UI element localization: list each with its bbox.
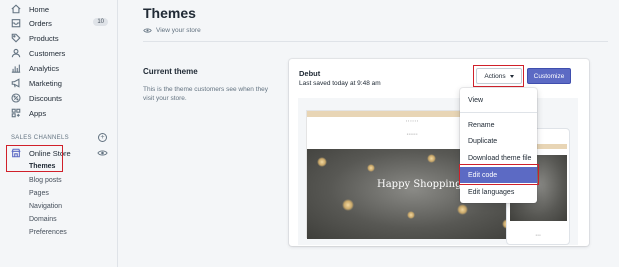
current-theme-heading: Current theme — [143, 67, 198, 76]
theme-saved-time: Last saved today at 9:48 am — [299, 80, 381, 87]
sidebar-item-label: Apps — [29, 108, 47, 118]
menu-item-edit-languages[interactable]: Edit languages — [460, 184, 537, 200]
subnav-navigation[interactable]: Navigation — [29, 203, 62, 210]
sidebar-item-label: Home — [29, 4, 50, 14]
subnav-blog-posts[interactable]: Blog posts — [29, 177, 62, 184]
home-icon — [10, 4, 21, 15]
sidebar-item-orders[interactable]: Orders 10 — [10, 16, 110, 30]
sidebar-item-discounts[interactable]: Discounts — [10, 91, 110, 105]
preview-mobile-collection: ▪ ▪ ▪ — [535, 233, 541, 237]
discount-icon — [10, 93, 21, 104]
sidebar-item-marketing[interactable]: Marketing — [10, 76, 110, 90]
highlight-box-online-store — [6, 145, 63, 172]
menu-item-view[interactable]: View — [460, 92, 537, 108]
menu-item-duplicate[interactable]: Duplicate — [460, 133, 537, 149]
sidebar-item-label: Discounts — [29, 93, 62, 103]
sidebar: Home Orders 10 Products Customers Analyt… — [0, 0, 118, 267]
bokeh-light — [427, 154, 436, 163]
bokeh-light — [342, 199, 354, 211]
highlight-box-edit-code — [459, 164, 539, 185]
actions-dropdown-menu: View Rename Duplicate Download theme fil… — [460, 88, 537, 203]
sidebar-item-label: Customers — [29, 48, 66, 58]
sidebar-item-products[interactable]: Products — [10, 31, 110, 45]
menu-divider — [460, 112, 537, 113]
megaphone-icon — [10, 78, 21, 89]
bokeh-light — [457, 204, 468, 215]
theme-name: Debut — [299, 69, 321, 78]
sidebar-item-customers[interactable]: Customers — [10, 46, 110, 60]
sidebar-item-label: Products — [29, 33, 59, 43]
add-channel-plus-icon[interactable]: + — [98, 133, 107, 142]
divider — [143, 41, 608, 42]
view-store-link[interactable]: View your store — [143, 27, 201, 34]
page-title: Themes — [143, 5, 196, 21]
subnav-domains[interactable]: Domains — [29, 216, 57, 223]
customize-button[interactable]: Customize — [527, 68, 571, 84]
tag-icon — [10, 33, 21, 44]
bar-chart-icon — [10, 63, 21, 74]
subnav-pages[interactable]: Pages — [29, 190, 49, 197]
highlight-box-actions — [473, 65, 524, 87]
sidebar-item-label: Orders — [29, 18, 52, 28]
sidebar-item-analytics[interactable]: Analytics — [10, 61, 110, 75]
apps-icon — [10, 108, 21, 119]
menu-item-rename[interactable]: Rename — [460, 117, 537, 133]
person-icon — [10, 48, 21, 59]
sidebar-item-label: Marketing — [29, 78, 62, 88]
sidebar-item-apps[interactable]: Apps — [10, 106, 110, 120]
subnav-preferences[interactable]: Preferences — [29, 229, 67, 236]
preview-hero-text: Happy Shopping — [377, 179, 462, 190]
view-store-label: View your store — [156, 27, 201, 34]
sales-channels-heading: SALES CHANNELS — [11, 135, 69, 141]
sidebar-item-label: Analytics — [29, 63, 60, 73]
bokeh-light — [317, 157, 327, 167]
eye-icon[interactable] — [97, 149, 108, 157]
sidebar-item-home[interactable]: Home — [10, 2, 110, 16]
orders-count-badge: 10 — [93, 18, 108, 26]
bokeh-light — [407, 211, 415, 219]
eye-icon — [143, 28, 152, 33]
bokeh-light — [367, 164, 375, 172]
current-theme-description: This is the theme customers see when the… — [143, 86, 269, 102]
orders-icon — [10, 18, 21, 29]
